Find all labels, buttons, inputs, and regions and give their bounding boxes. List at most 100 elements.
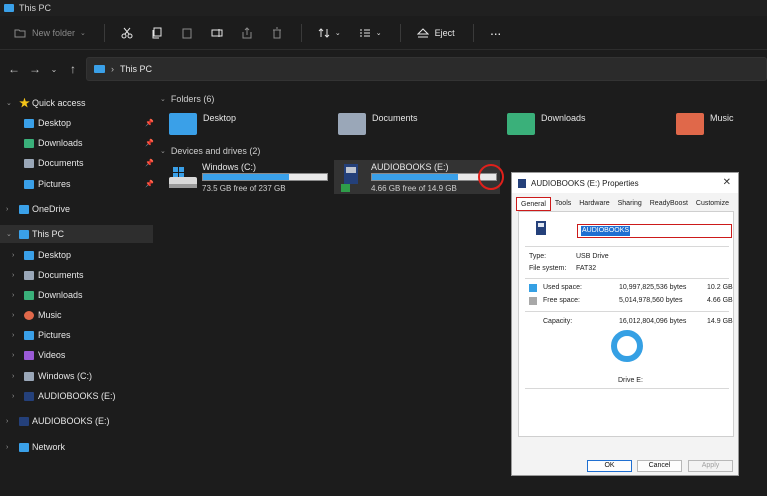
sidebar-item[interactable]: Downloads 📌 [0, 134, 154, 152]
drive-free-text: 4.66 GB free of 14.9 GB [371, 184, 457, 193]
sidebar-item[interactable]: › Videos [0, 346, 153, 364]
chevron-right-icon[interactable]: › [12, 332, 14, 339]
drive-e[interactable]: AUDIOBOOKS (E:) 4.66 GB free of 14.9 GB [334, 160, 500, 194]
chevron-right-icon[interactable]: › [12, 373, 14, 380]
drive-usage-bar [202, 173, 328, 181]
sort-button[interactable]: ⌄ [318, 23, 341, 43]
address-bar[interactable]: › This PC [86, 57, 767, 81]
sidebar-item[interactable]: Desktop 📌 [0, 114, 154, 132]
sidebar-item-label: AUDIOBOOKS (E:) [38, 391, 116, 401]
tab-tools[interactable]: Tools [551, 197, 575, 211]
chevron-down-icon[interactable]: ⌄ [6, 230, 12, 238]
forward-arrow-icon[interactable]: → [25, 62, 45, 76]
chevron-right-icon[interactable]: › [6, 206, 8, 213]
sidebar-item[interactable]: › AUDIOBOOKS (E:) [0, 412, 153, 430]
folder-label: Documents [372, 113, 418, 123]
more-options-button[interactable]: ··· [490, 23, 502, 43]
pin-icon: 📌 [145, 120, 154, 127]
tab-sharing[interactable]: Sharing [614, 197, 646, 211]
tab-readyboost[interactable]: ReadyBoost [646, 197, 692, 211]
usb-drive-icon [518, 178, 526, 188]
toolbar: New folder ⌄ ⌄ ⌄ Eject ··· [0, 16, 767, 50]
sidebar-item[interactable]: › Desktop [0, 246, 153, 264]
sidebar-item[interactable]: ⌄ This PC [0, 225, 153, 243]
sidebar-item[interactable]: › Network [0, 438, 153, 456]
folder-item[interactable]: Documents [338, 110, 418, 138]
apply-button[interactable]: Apply [688, 460, 733, 472]
sidebar-item[interactable]: Pictures 📌 [0, 175, 154, 193]
share-icon [242, 26, 252, 38]
cut-button[interactable] [121, 23, 133, 43]
sidebar-item-label: Quick access [32, 98, 86, 108]
tab-customize[interactable]: Customize [692, 197, 733, 211]
navigation-pane: ⌄ Quick access Desktop 📌 Downloads 📌 Documents… [0, 90, 158, 496]
drive-label: Windows (C:) [202, 162, 257, 172]
usb-drive-icon [24, 391, 34, 401]
volume-name-input[interactable]: AUDIOBOOKS [577, 224, 732, 238]
chevron-right-icon[interactable]: › [12, 252, 14, 259]
sidebar-item[interactable]: › Windows (C:) [0, 367, 153, 385]
paste-button[interactable] [181, 23, 193, 43]
delete-button[interactable] [271, 23, 283, 43]
drives-header[interactable]: ⌄ Devices and drives (2) [160, 146, 260, 156]
drive-usage-fill [203, 174, 289, 180]
sidebar-item[interactable]: Documents 📌 [0, 154, 154, 172]
sidebar-item-label: Pictures [38, 330, 71, 340]
view-button[interactable]: ⌄ [359, 23, 382, 43]
sidebar-item-label: Desktop [38, 118, 72, 128]
share-button[interactable] [241, 23, 253, 43]
chevron-right-icon[interactable]: › [12, 312, 14, 319]
dialog-title-bar: AUDIOBOOKS (E:) Properties [512, 173, 738, 193]
folder-item[interactable]: Desktop [169, 110, 236, 138]
eject-button[interactable]: Eject [416, 23, 455, 43]
sidebar-item[interactable]: › Pictures [0, 326, 153, 344]
ok-button[interactable]: OK [587, 460, 632, 472]
folder-item[interactable]: Downloads [507, 110, 586, 138]
chevron-down-icon[interactable]: ⌄ [6, 99, 12, 107]
chevron-right-icon[interactable]: › [12, 393, 14, 400]
paste-icon [182, 28, 192, 38]
sidebar-item[interactable]: › Downloads [0, 286, 153, 304]
breadcrumb[interactable]: This PC [120, 64, 152, 74]
back-arrow-icon[interactable]: ← [4, 62, 24, 76]
documents-icon [24, 270, 34, 280]
chevron-right-icon: › [111, 64, 114, 74]
rename-button[interactable] [211, 23, 223, 43]
sidebar-item[interactable]: › Music [0, 306, 153, 324]
copy-button[interactable] [151, 23, 163, 43]
chevron-right-icon[interactable]: › [6, 418, 8, 425]
chevron-right-icon[interactable]: › [6, 444, 8, 451]
folder-item[interactable]: Music [676, 110, 734, 138]
up-arrow-icon[interactable]: ↑ [63, 62, 83, 76]
folder-label: Music [710, 113, 734, 123]
free-space-swatch [529, 297, 537, 305]
sidebar-item-label: Network [32, 442, 66, 452]
hard-drive-icon [169, 167, 197, 188]
used-space-swatch [529, 284, 537, 292]
sidebar-item[interactable]: › AUDIOBOOKS (E:) [0, 387, 153, 405]
drive-usage-fill [372, 174, 458, 180]
sidebar-item[interactable]: ⌄ Quick access [0, 94, 153, 112]
new-folder-button[interactable]: New folder ⌄ [14, 23, 86, 43]
view-icon [359, 29, 370, 36]
sidebar-item-label: Desktop [38, 250, 72, 260]
sidebar-item[interactable]: › Documents [0, 266, 153, 284]
chevron-right-icon[interactable]: › [12, 352, 14, 359]
chevron-right-icon[interactable]: › [12, 292, 14, 299]
cancel-button[interactable]: Cancel [637, 460, 682, 472]
chevron-right-icon[interactable]: › [12, 272, 14, 279]
chevron-down-icon: ⌄ [375, 29, 382, 37]
sort-icon [318, 27, 330, 38]
recent-chevron-icon[interactable]: ⌄ [45, 65, 63, 74]
drive-free-text: 73.5 GB free of 237 GB [202, 184, 286, 193]
close-icon[interactable]: ✕ [723, 177, 731, 188]
sidebar-item-label: Windows (C:) [38, 371, 93, 381]
sidebar-item[interactable]: › OneDrive [0, 200, 153, 218]
pc-icon [4, 4, 14, 12]
tab-hardware[interactable]: Hardware [575, 197, 613, 211]
tab-general[interactable]: General [516, 197, 551, 211]
properties-dialog: AUDIOBOOKS (E:) Properties ✕ General Tool… [511, 172, 739, 476]
folders-header[interactable]: ⌄ Folders (6) [160, 94, 214, 104]
drive-c[interactable]: Windows (C:) 73.5 GB free of 237 GB [166, 160, 330, 194]
pc-icon [94, 65, 105, 73]
